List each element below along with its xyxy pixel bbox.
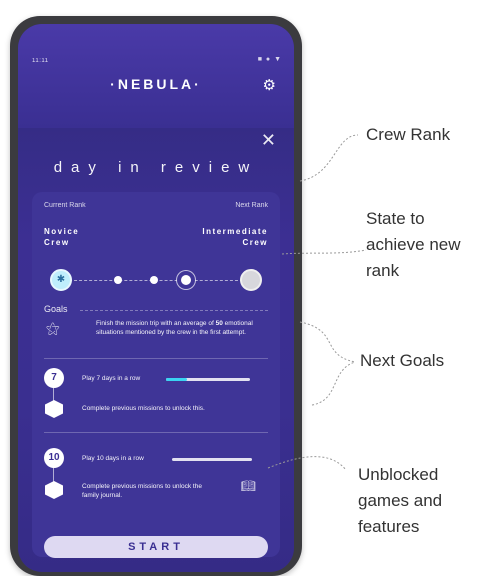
annotation-unblocked: Unblocked games and features [358,462,442,540]
connector-next-goals-a [299,321,356,363]
annotation-state-line3: rank [366,261,400,280]
annotation-unblocked-line3: features [358,517,420,536]
annotation-next-goals: Next Goals [360,351,445,370]
connector-crew-rank [299,134,359,182]
connector-state [281,249,367,255]
annotation-state: State to achieve new rank [366,206,461,284]
connector-unblocked [267,456,347,471]
annotation-state-line2: achieve new [366,235,461,254]
annotation-crew-rank: Crew Rank [366,125,451,144]
connector-next-goals-b [311,361,356,406]
annotation-unblocked-line1: Unblocked [358,465,439,484]
annotation-state-line1: State to [366,209,425,228]
annotation-unblocked-line2: games and [358,491,443,510]
